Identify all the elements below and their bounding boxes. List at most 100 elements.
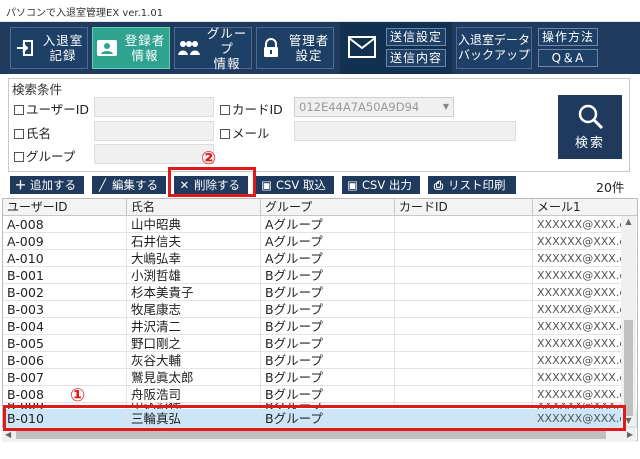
table-row[interactable]: B-006 灰谷大輔 Bグループ XXXXXX@XXX.c [3, 352, 637, 369]
nav-admin-label1: 管理者 [288, 33, 330, 48]
group-checkbox[interactable]: グループ [14, 146, 75, 165]
column-header-group[interactable]: グループ [261, 199, 395, 216]
search-button-label: 検索 [574, 136, 605, 151]
nav-registrant-label1: 登録者 [124, 33, 166, 48]
nav-attendance-label1: 入退室 [42, 33, 84, 48]
cell-name: 鷲見眞太郎 [127, 369, 261, 386]
cell-card-id [395, 267, 533, 284]
cell-card-id [395, 301, 533, 318]
magnifier-icon [577, 103, 605, 134]
table-row[interactable]: B-001 小渕哲雄 Bグループ XXXXXX@XXX.c [3, 267, 637, 284]
table-row[interactable]: B-004 井沢清二 Bグループ XXXXXX@XXX.c [3, 318, 637, 335]
name-input[interactable] [94, 121, 214, 141]
card-id-label: カードID [232, 102, 283, 117]
mail-send-content-button[interactable]: 送信内容 [386, 49, 446, 67]
scroll-right-icon[interactable]: ▶ [627, 428, 633, 442]
checkbox-square-icon [14, 105, 24, 115]
scroll-up-icon[interactable]: ▲ [621, 217, 636, 226]
cell-card-id [395, 284, 533, 301]
add-button[interactable]: ＋追加する [10, 176, 84, 194]
name-label: 氏名 [26, 126, 52, 141]
edit-button[interactable]: ╱ 編集する [92, 176, 166, 194]
table-row[interactable]: A-008 山中昭典 Aグループ XXXXXX@XXX.c [3, 216, 637, 233]
backup-label2: バックアップ [457, 48, 530, 62]
cell-user-id: A-010 [3, 250, 127, 267]
user-id-input[interactable] [94, 97, 214, 117]
cell-card-id [395, 369, 533, 386]
cell-group: Bグループ [261, 318, 395, 335]
nav-group-label2: 情報 [213, 55, 241, 71]
table-row[interactable]: B-007 鷲見眞太郎 Bグループ XXXXXX@XXX.c [3, 369, 637, 386]
vertical-scroll-thumb[interactable] [624, 320, 633, 416]
mail-label: メール [232, 126, 270, 141]
mail-checkbox[interactable]: メール [220, 123, 270, 142]
qa-button[interactable]: Q＆A [538, 49, 598, 67]
cell-group: Bグループ [261, 267, 395, 284]
column-header-user-id[interactable]: ユーザーID [3, 199, 127, 216]
group-users-icon [175, 39, 203, 57]
cell-user-id: B-007 [3, 369, 127, 386]
table-row[interactable]: B-005 野口剛之 Bグループ XXXXXX@XXX.c [3, 335, 637, 352]
cell-user-id: B-008 [3, 386, 127, 403]
table-row[interactable]: B-003 牧尾康志 Bグループ XXXXXX@XXX.c [3, 301, 637, 318]
column-header-name[interactable]: 氏名 [127, 199, 261, 216]
cell-name: 小渕哲雄 [127, 267, 261, 284]
cell-group: Aグループ [261, 233, 395, 250]
nav-attendance-label2: 記録 [49, 48, 77, 63]
cell-user-id: B-006 [3, 352, 127, 369]
mail-send-settings-button[interactable]: 送信設定 [386, 28, 446, 46]
name-checkbox[interactable]: 氏名 [14, 123, 51, 142]
cell-name: 野口剛之 [127, 335, 261, 352]
mail-settings-group: 送信設定 送信内容 [340, 22, 452, 74]
csv-import-label: CSV 取込 [276, 178, 326, 192]
card-id-checkbox[interactable]: カードID [220, 99, 283, 118]
column-header-card-id[interactable]: カードID [395, 199, 533, 216]
checkbox-square-icon [14, 152, 24, 162]
nav-attendance-record-button[interactable]: 入退室 記録 [10, 27, 88, 69]
user-id-checkbox[interactable]: ユーザーID [14, 99, 89, 118]
cell-card-id [395, 352, 533, 369]
lock-icon [257, 38, 285, 58]
table-row[interactable]: B-002 杉本美貴子 Bグループ XXXXXX@XXX.c [3, 284, 637, 301]
edit-label: 編集する [112, 178, 158, 192]
print-list-button[interactable]: ⎙ リスト印刷 [428, 176, 516, 194]
login-arrow-icon [11, 38, 39, 58]
nav-registrant-info-button[interactable]: 登録者 情報 [92, 27, 170, 69]
table-row[interactable]: B-008 舟阪浩司 Bグループ XXXXXX@XXX.c [3, 386, 637, 403]
column-header-mail1[interactable]: メール1 [533, 199, 637, 216]
user-id-label: ユーザーID [26, 102, 90, 117]
group-input[interactable] [94, 144, 214, 164]
cell-card-id [395, 250, 533, 267]
user-card-icon [93, 38, 121, 58]
cell-user-id: B-002 [3, 284, 127, 301]
marker-1: ① [70, 385, 86, 406]
nav-admin-settings-button[interactable]: 管理者 設定 [256, 27, 334, 69]
vertical-scrollbar[interactable]: ▲ ▼ [621, 216, 636, 426]
cell-name: 石井信夫 [127, 233, 261, 250]
cell-name: 灰谷大輔 [127, 352, 261, 369]
csv-export-button[interactable]: ▣ CSV 出力 [342, 176, 420, 194]
table-header-row: ユーザーID 氏名 グループ カードID メール1 [3, 199, 637, 216]
highlight-selected-row [3, 405, 626, 431]
cell-user-id: B-001 [3, 267, 127, 284]
mail-input[interactable] [294, 121, 516, 141]
table-row[interactable]: A-009 石井信夫 Aグループ XXXXXX@XXX.c [3, 233, 637, 250]
print-list-label: リスト印刷 [448, 178, 506, 192]
cell-group: Bグループ [261, 386, 395, 403]
cell-card-id [395, 386, 533, 403]
horizontal-scroll-thumb[interactable] [16, 431, 606, 439]
cell-group: Bグループ [261, 284, 395, 301]
group-label: グループ [26, 149, 76, 164]
csv-import-button[interactable]: ▣ CSV 取込 [256, 176, 334, 194]
search-button[interactable]: 検索 [558, 95, 622, 159]
howto-button[interactable]: 操作方法 [538, 28, 598, 46]
cell-card-id [395, 335, 533, 352]
card-id-value: 012E44A7A50A9D94 [299, 100, 420, 114]
chevron-down-icon: ▼ [442, 102, 449, 111]
card-id-select[interactable]: 012E44A7A50A9D94 ▼ [294, 97, 454, 117]
backup-button[interactable]: 入退室データ バックアップ [456, 27, 532, 69]
table-row[interactable]: A-010 大嶋弘幸 Aグループ XXXXXX@XXX.c [3, 250, 637, 267]
search-conditions-title: 検索条件 [10, 79, 65, 98]
cell-user-id: B-005 [3, 335, 127, 352]
nav-group-info-button[interactable]: グループ 情報 [174, 26, 252, 71]
